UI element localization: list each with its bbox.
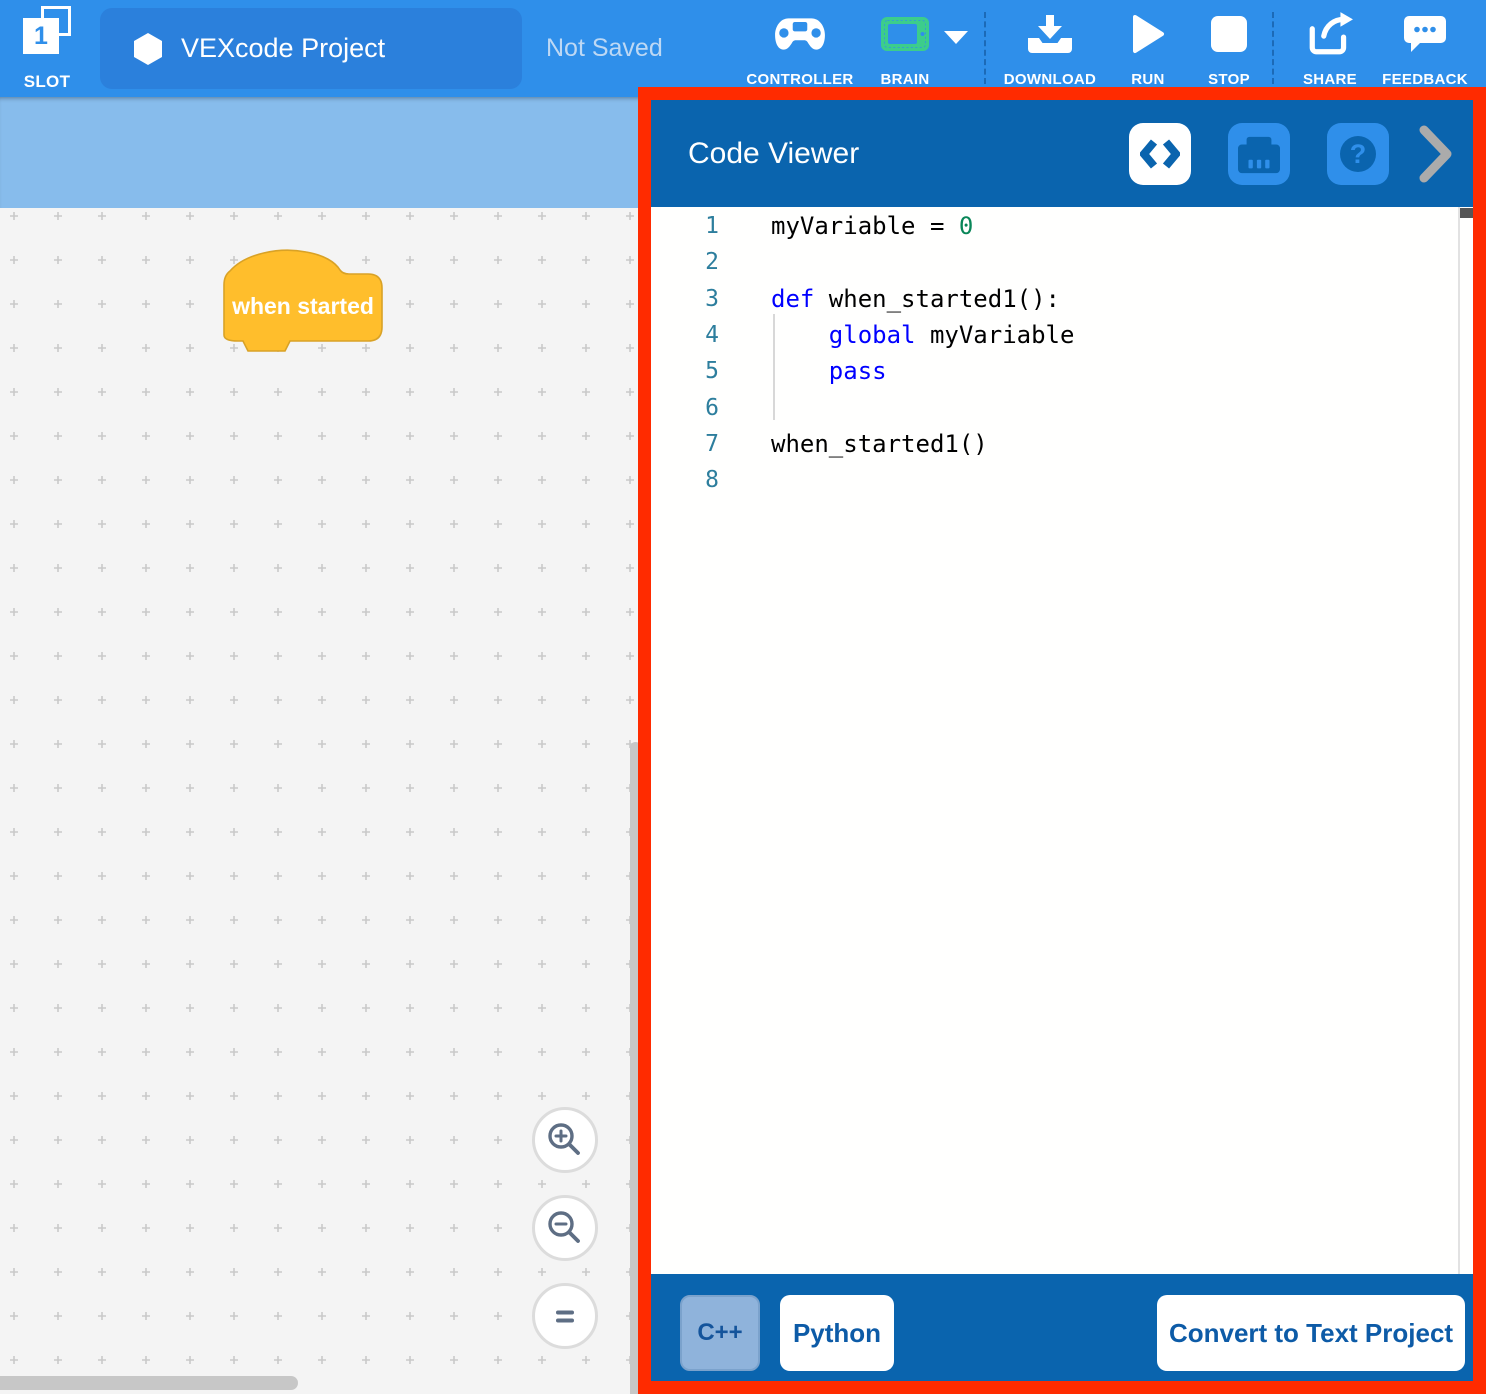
brain-port-icon [1236,133,1282,175]
when-started-label: when started [231,293,374,319]
toolbar-divider [1272,12,1274,84]
share-icon [1306,12,1354,56]
controller-button[interactable]: CONTROLLER [735,10,865,88]
zoom-in-button[interactable] [532,1107,598,1173]
line-number: 7 [651,431,719,457]
python-tab[interactable]: Python [780,1295,894,1371]
chevron-down-icon [942,30,970,45]
line-number: 1 [651,213,719,239]
run-label: RUN [1131,71,1164,88]
project-title: VEXcode Project [181,33,385,64]
canvas-horizontal-scrollbar[interactable] [0,1376,298,1390]
toolbar-divider [984,12,986,84]
brain-button[interactable]: BRAIN [867,10,943,88]
slot-number: 1 [34,22,48,51]
code-text: when_started1() [771,430,988,458]
code-viewer-title: Code Viewer [688,137,1092,171]
question-icon: ? [1336,132,1380,176]
code-line: 7 when_started1() [651,426,1473,462]
zoom-in-icon [545,1120,585,1160]
project-title-box[interactable]: VEXcode Project [100,8,522,89]
help-button[interactable]: ? [1327,123,1389,185]
code-editor-readonly: 1 myVariable = 0 2 3 def when_started1(): 4 g… [651,207,1473,1274]
code-text: myVariable = 0 [771,212,973,240]
stop-button[interactable]: STOP [1194,10,1264,88]
code-viewer-header: Code Viewer [651,100,1473,207]
code-line: 3 def when_started1(): [651,281,1473,317]
svg-text:?: ? [1350,139,1367,169]
code-brackets-icon [1140,138,1180,170]
code-viewer-panel-highlight: Code Viewer [638,87,1486,1394]
code-line: 2 [651,244,1473,280]
brain-view-button[interactable] [1228,123,1290,185]
vexcode-app: when started [0,0,1486,1394]
collapse-panel-button[interactable] [1419,125,1453,183]
download-button[interactable]: DOWNLOAD [990,10,1110,88]
line-number: 3 [651,286,719,312]
brain-label: BRAIN [881,71,930,88]
line-number: 2 [651,249,719,275]
cpp-tab[interactable]: C++ [680,1295,760,1371]
brain-icon [880,16,930,52]
zoom-out-button[interactable] [532,1195,598,1261]
code-view-button[interactable] [1129,123,1191,185]
brain-dropdown-caret[interactable] [942,30,970,50]
slot-label: SLOT [24,72,71,92]
play-icon [1130,13,1166,55]
save-status: Not Saved [546,0,663,97]
equals-icon [547,1298,583,1334]
share-button[interactable]: SHARE [1290,10,1370,88]
line-number: 6 [651,395,719,421]
code-scrollbar-thumb[interactable] [1460,208,1473,218]
stop-icon [1209,14,1249,54]
indent-guide [773,314,775,420]
download-icon [1026,13,1074,55]
feedback-label: FEEDBACK [1382,71,1468,88]
line-number: 4 [651,322,719,348]
slot-button[interactable]: 1 SLOT [16,6,78,92]
line-number: 8 [651,467,719,493]
hexagon-icon [134,33,162,65]
stop-label: STOP [1208,71,1250,88]
code-text: def when_started1(): [771,285,1060,313]
download-label: DOWNLOAD [1004,71,1096,88]
feedback-button[interactable]: FEEDBACK [1369,10,1481,88]
controller-icon [773,15,827,53]
feedback-icon [1402,13,1448,55]
share-label: SHARE [1303,71,1357,88]
code-scrollbar-track [1458,207,1460,1274]
convert-to-text-project-button[interactable]: Convert to Text Project [1157,1295,1465,1371]
zoom-reset-button[interactable] [532,1283,598,1349]
code-text: pass [771,357,887,385]
controller-label: CONTROLLER [746,71,853,88]
when-started-block[interactable]: when started [222,247,384,357]
code-line: 1 myVariable = 0 [651,208,1473,244]
zoom-out-icon [545,1208,585,1248]
code-line: 8 [651,462,1473,498]
code-text: global myVariable [771,321,1074,349]
slot-icon: 1 [22,6,72,56]
code-viewer-footer: C++ Python Convert to Text Project [651,1274,1473,1381]
chevron-right-icon [1419,125,1453,183]
top-toolbar: 1 SLOT VEXcode Project Not Saved CONTROL… [0,0,1486,97]
line-number: 5 [651,358,719,384]
run-button[interactable]: RUN [1113,10,1183,88]
